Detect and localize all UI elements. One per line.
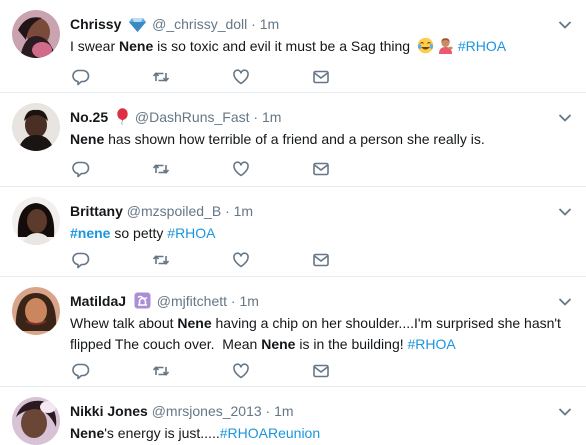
tweet-header: Nikki Jones @mrsjones_2013 · 1m [70, 402, 294, 420]
keyword-highlight: Nene [119, 38, 154, 54]
display-name[interactable]: Nikki Jones [70, 403, 148, 419]
separator-dot: · [225, 203, 230, 219]
tweet-header: Chrissy @_chrissy_doll · 1m [70, 15, 279, 36]
tweet[interactable]: MatildaJ @mjfitchett · 1m Whew talk abou… [0, 277, 586, 387]
tears-of-joy-emoji [417, 37, 434, 60]
retweet-icon[interactable] [152, 251, 170, 269]
display-name[interactable]: Brittany [70, 203, 123, 219]
separator-dot: · [253, 109, 259, 125]
tweet-header: No.25 @DashRuns_Fast · 1m [70, 108, 281, 129]
timestamp[interactable]: 1m [274, 403, 293, 419]
reply-icon[interactable] [72, 251, 90, 269]
person-tipping-hand-emoji [437, 37, 454, 60]
user-handle[interactable]: @_chrissy_doll [152, 16, 247, 32]
timestamp[interactable]: 1m [262, 109, 281, 125]
timestamp[interactable]: 1m [260, 16, 279, 32]
envelope-icon[interactable] [312, 68, 330, 86]
hashtag-link[interactable]: #RHOA [458, 38, 506, 54]
tweet-text: Nene's energy is just.....#RHOAReunion [70, 425, 321, 441]
keyword-highlight: Nene [177, 315, 212, 331]
separator-dot: · [230, 293, 236, 309]
keyword-highlight: Nene [70, 425, 105, 441]
separator-dot: · [265, 403, 271, 419]
retweet-icon[interactable] [152, 362, 170, 380]
avatar[interactable] [12, 10, 60, 58]
tweet-header: Brittany @mzspoiled_B · 1m [70, 202, 253, 220]
hashtag-link[interactable]: #RHOAReunion [220, 425, 320, 441]
timestamp[interactable]: 1m [234, 203, 253, 219]
diamond-icon [129, 17, 147, 36]
user-handle[interactable]: @DashRuns_Fast [135, 109, 250, 125]
tweet-feed: Chrissy @_chrissy_doll · 1m I swear Nene… [0, 0, 586, 445]
tweet[interactable]: Chrissy @_chrissy_doll · 1m I swear Nene… [0, 0, 586, 93]
keyword-highlight: Nene [261, 336, 296, 352]
chevron-down-icon[interactable] [558, 17, 572, 29]
retweet-icon[interactable] [152, 160, 170, 178]
reply-icon[interactable] [72, 362, 90, 380]
avatar[interactable] [12, 103, 60, 151]
tweet[interactable]: Brittany @mzspoiled_B · 1m #nene so pett… [0, 187, 586, 277]
chevron-down-icon[interactable] [558, 294, 572, 306]
envelope-icon[interactable] [312, 251, 330, 269]
hashtag-link[interactable]: #nene [70, 225, 110, 241]
ophiuchus-icon [134, 292, 151, 313]
balloon-icon [116, 108, 129, 129]
chevron-down-icon[interactable] [558, 404, 572, 416]
tweet-actions [72, 362, 352, 382]
user-handle[interactable]: @mjfitchett [157, 293, 227, 309]
tweet-header: MatildaJ @mjfitchett · 1m [70, 292, 259, 313]
tweet-text: Nene has shown how terrible of a friend … [70, 131, 485, 147]
tweet-text: Whew talk about Nene having a chip on he… [70, 315, 565, 352]
envelope-icon[interactable] [312, 362, 330, 380]
chevron-down-icon[interactable] [558, 110, 572, 122]
display-name[interactable]: No.25 [70, 109, 108, 125]
user-handle[interactable]: @mrsjones_2013 [152, 403, 262, 419]
reply-icon[interactable] [72, 160, 90, 178]
display-name[interactable]: Chrissy [70, 16, 121, 32]
tweet-text: I swear Nene is so toxic and evil it mus… [70, 36, 564, 60]
reply-icon[interactable] [72, 68, 90, 86]
tweet-actions [72, 251, 352, 271]
hashtag-link[interactable]: #RHOA [167, 225, 215, 241]
heart-icon[interactable] [232, 68, 250, 86]
tweet[interactable]: No.25 @DashRuns_Fast · 1m Nene has shown… [0, 93, 586, 187]
hashtag-link[interactable]: #RHOA [408, 336, 456, 352]
retweet-icon[interactable] [152, 68, 170, 86]
chevron-down-icon[interactable] [558, 204, 572, 216]
tweet-actions [72, 68, 352, 88]
tweet-text: #nene so petty #RHOA [70, 225, 216, 241]
tweet-actions [72, 160, 352, 180]
envelope-icon[interactable] [312, 160, 330, 178]
tweet[interactable]: Nikki Jones @mrsjones_2013 · 1m Nene's e… [0, 387, 586, 445]
timestamp[interactable]: 1m [239, 293, 258, 309]
avatar[interactable] [12, 197, 60, 245]
user-handle[interactable]: @mzspoiled_B [127, 203, 221, 219]
avatar[interactable] [12, 397, 60, 445]
separator-dot: · [251, 16, 256, 32]
keyword-highlight: Nene [70, 131, 105, 147]
heart-icon[interactable] [232, 160, 250, 178]
avatar[interactable] [12, 287, 60, 335]
display-name[interactable]: MatildaJ [70, 293, 126, 309]
heart-icon[interactable] [232, 362, 250, 380]
heart-icon[interactable] [232, 251, 250, 269]
